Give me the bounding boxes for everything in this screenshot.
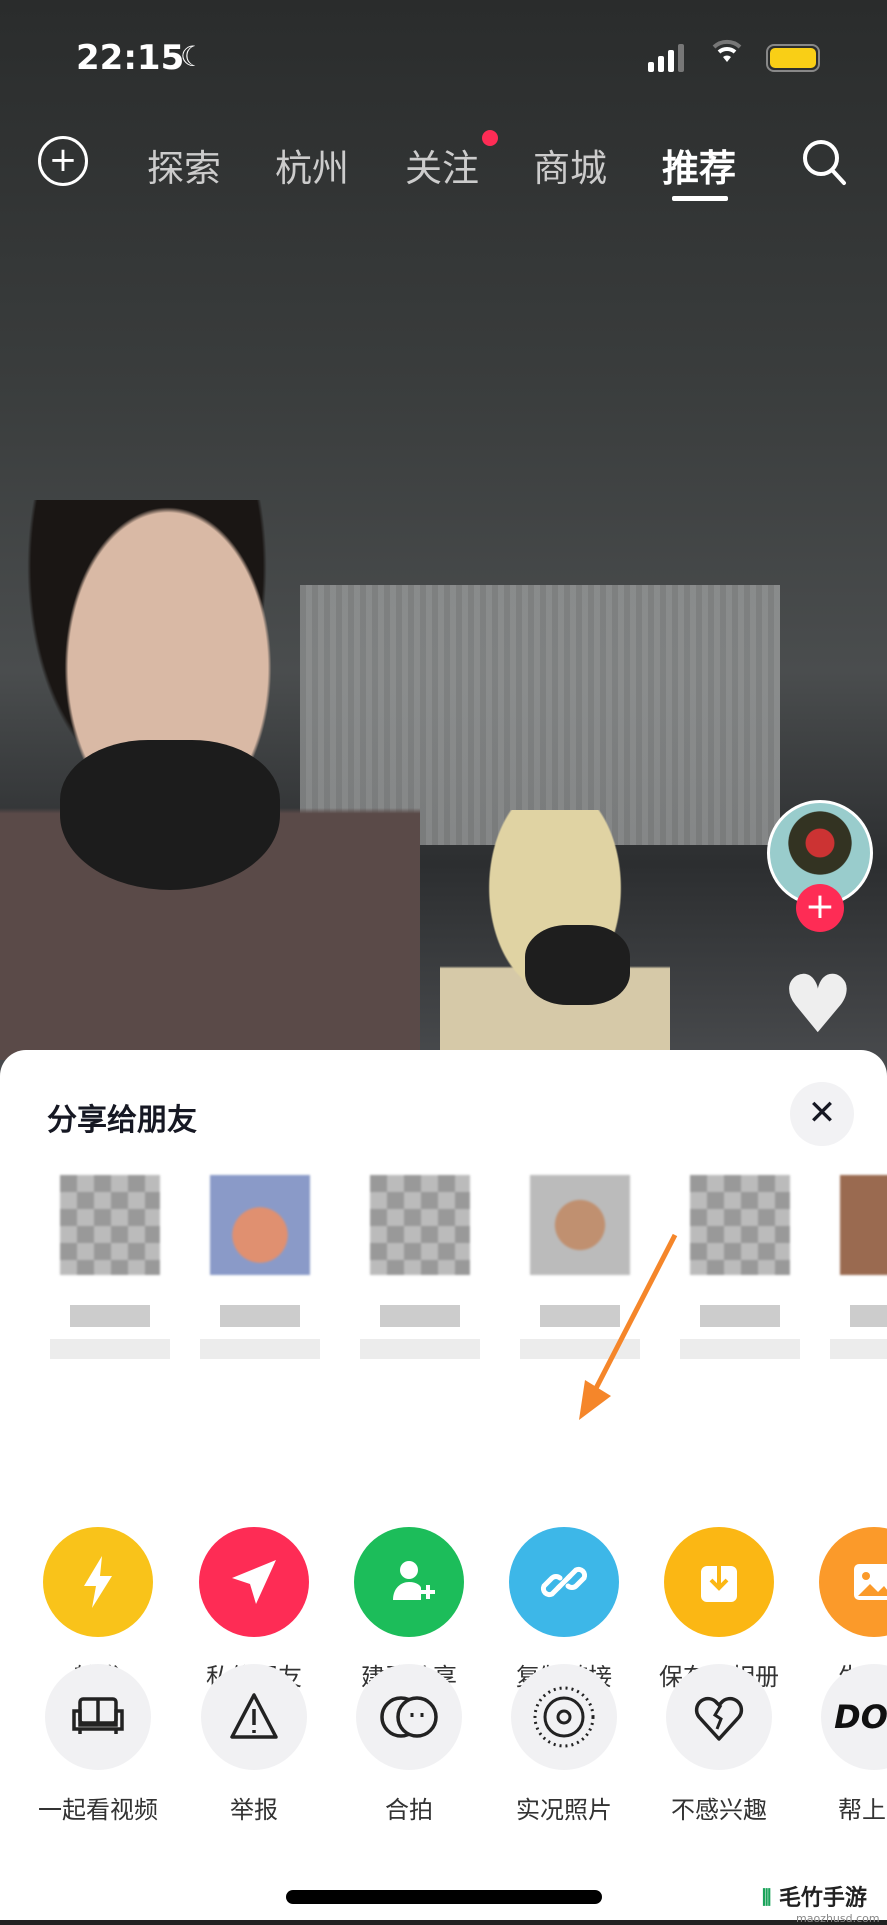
friend-list: [0, 1175, 887, 1435]
action-live-photo[interactable]: 实况照片: [489, 1664, 639, 1825]
action-not-interested[interactable]: 不感兴趣: [644, 1664, 794, 1825]
like-heart-icon[interactable]: ♥: [782, 965, 854, 1045]
friend-item[interactable]: [360, 1175, 480, 1359]
warning-icon: [201, 1664, 307, 1770]
close-icon[interactable]: ✕: [790, 1082, 854, 1146]
wifi-icon: [712, 38, 742, 71]
video-mask: [60, 740, 280, 890]
tab-following[interactable]: 关注: [405, 138, 479, 192]
action-duet[interactable]: 合拍: [334, 1664, 484, 1825]
active-tab-indicator: [672, 196, 728, 201]
link-icon: [509, 1527, 619, 1637]
notification-dot: [482, 130, 498, 146]
friend-item[interactable]: [830, 1175, 887, 1359]
action-watch-together[interactable]: 一起看视频: [23, 1664, 173, 1825]
tab-recommend[interactable]: 推荐: [662, 138, 736, 192]
group-add-icon: [354, 1527, 464, 1637]
action-report[interactable]: 举报: [179, 1664, 329, 1825]
image-icon: [819, 1527, 887, 1637]
top-nav: + 探索 杭州 关注 商城 推荐: [0, 130, 887, 201]
watermark-logo: ⫴ 毛竹手游 maozhusd.com: [762, 1886, 880, 1925]
status-bar: 22:15 ☾: [0, 30, 887, 86]
moon-icon: ☾: [180, 40, 206, 73]
add-icon[interactable]: +: [38, 136, 88, 186]
friend-item[interactable]: [50, 1175, 170, 1359]
tab-hangzhou[interactable]: 杭州: [275, 138, 349, 192]
follow-plus-icon[interactable]: +: [796, 884, 844, 932]
duet-icon: [356, 1664, 462, 1770]
lightning-icon: [43, 1527, 153, 1637]
tab-mall[interactable]: 商城: [533, 138, 607, 192]
live-photo-icon: [511, 1664, 617, 1770]
home-indicator[interactable]: [286, 1890, 602, 1904]
battery-icon: [766, 44, 820, 72]
status-time: 22:15: [76, 38, 185, 78]
signal-icon: [648, 44, 684, 72]
dou-icon: DOU: [821, 1664, 887, 1770]
video-mask: [525, 925, 630, 1005]
sofa-icon: [45, 1664, 151, 1770]
friend-item[interactable]: [680, 1175, 800, 1359]
action-boost[interactable]: DOU 帮上热: [799, 1664, 887, 1825]
friend-item[interactable]: [200, 1175, 320, 1359]
share-sheet-title: 分享给朋友: [47, 1103, 197, 1138]
tab-explore[interactable]: 探索: [147, 138, 221, 192]
annotation-arrow: [579, 1233, 678, 1420]
download-icon: [664, 1527, 774, 1637]
paper-plane-icon: [199, 1527, 309, 1637]
search-icon[interactable]: [800, 134, 850, 190]
broken-heart-icon: [666, 1664, 772, 1770]
